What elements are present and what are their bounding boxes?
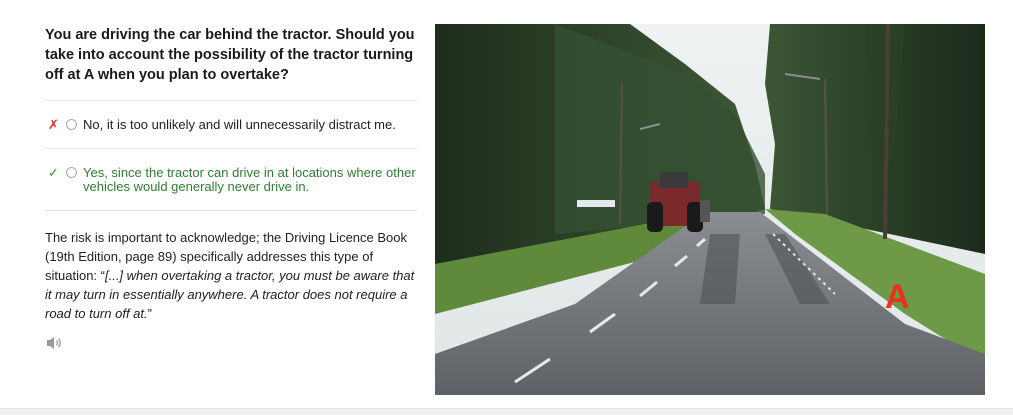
answer-option-label: Yes, since the tractor can drive in at l… <box>83 165 416 194</box>
answer-option-1[interactable]: ✗ No, it is too unlikely and will unnece… <box>45 101 417 148</box>
explanation-outro: ” <box>147 306 152 321</box>
road-scene-image: A <box>435 24 985 395</box>
speaker-icon[interactable] <box>45 335 65 351</box>
question-text: You are driving the car behind the tract… <box>45 27 415 83</box>
footer-divider <box>0 408 1013 415</box>
radio-button[interactable] <box>66 119 77 130</box>
answer-option-label: No, it is too unlikely and will unnecess… <box>83 117 396 132</box>
location-marker-a: A <box>885 278 910 316</box>
divider <box>45 210 417 211</box>
question-panel: You are driving the car behind the tract… <box>45 25 417 351</box>
radio-button[interactable] <box>66 167 77 178</box>
cross-icon: ✗ <box>48 117 59 132</box>
explanation-text: The risk is important to acknowledge; th… <box>45 228 417 323</box>
answer-option-2[interactable]: ✓ Yes, since the tractor can drive in at… <box>45 149 417 210</box>
check-icon: ✓ <box>48 165 59 180</box>
